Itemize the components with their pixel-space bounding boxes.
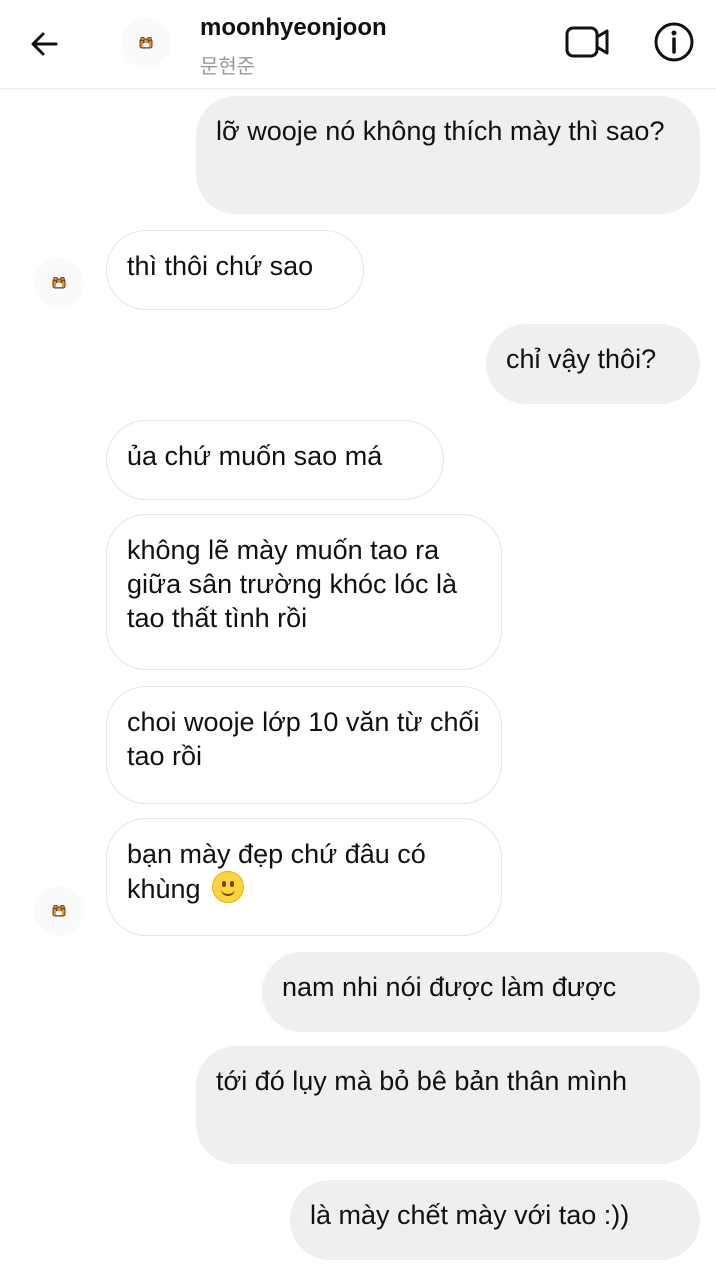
message-bubble-incoming[interactable]: ủa chứ muốn sao má xyxy=(106,420,444,500)
info-icon xyxy=(654,22,694,62)
tiger-avatar-icon xyxy=(139,37,153,49)
sender-avatar[interactable] xyxy=(34,886,84,936)
conversation-username[interactable]: moonhyeonjoon xyxy=(200,14,387,42)
message-bubble-incoming[interactable]: bạn mày đẹp chứ đâu có khùng xyxy=(106,818,502,936)
avatar[interactable] xyxy=(121,18,171,68)
sender-avatar[interactable] xyxy=(34,258,84,308)
message-bubble-incoming[interactable]: không lẽ mày muốn tao ra giữa sân trường… xyxy=(106,514,502,670)
back-button[interactable] xyxy=(22,22,66,66)
slightly-smiling-face-icon xyxy=(212,871,245,903)
message-bubble-outgoing[interactable]: chỉ vậy thôi? xyxy=(486,324,700,404)
tiger-avatar-icon xyxy=(52,277,66,289)
message-text: bạn mày đẹp chứ đâu có khùng xyxy=(127,839,434,904)
message-bubble-outgoing[interactable]: nam nhi nói được làm được xyxy=(262,952,700,1032)
chat-header: moonhyeonjoon 문현준 xyxy=(0,0,716,89)
video-call-button[interactable] xyxy=(564,22,612,62)
video-camera-icon xyxy=(565,26,609,58)
arrow-left-icon xyxy=(31,32,58,56)
message-bubble-incoming[interactable]: choi wooje lớp 10 văn từ chối tao rồi xyxy=(106,686,502,804)
tiger-avatar-icon xyxy=(52,905,66,917)
message-bubble-outgoing[interactable]: lỡ wooje nó không thích mày thì sao? xyxy=(196,96,700,214)
message-bubble-outgoing[interactable]: tới đó lụy mà bỏ bê bản thân mình xyxy=(196,1046,700,1164)
message-bubble-outgoing[interactable]: là mày chết mày với tao :)) xyxy=(290,1180,700,1260)
message-bubble-incoming[interactable]: thì thôi chứ sao xyxy=(106,230,364,310)
info-button[interactable] xyxy=(652,20,696,64)
conversation-display-name: 문현준 xyxy=(200,56,256,78)
